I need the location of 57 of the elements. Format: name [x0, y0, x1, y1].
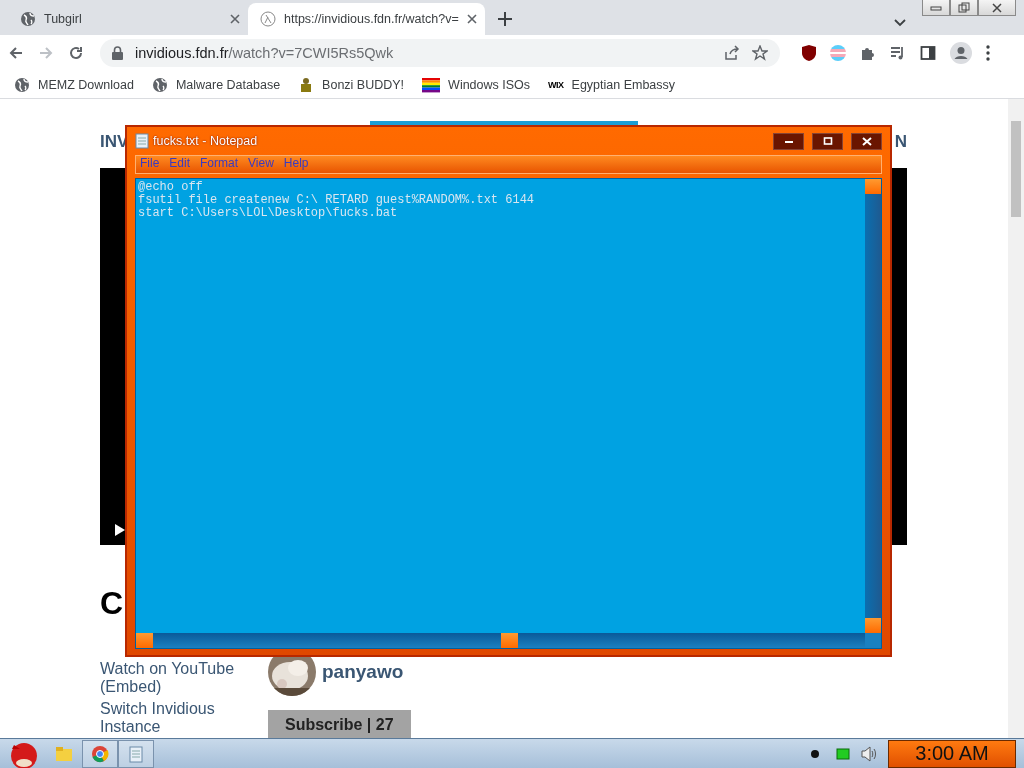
link[interactable]: Switch Invidious Instance [100, 700, 260, 736]
header-link[interactable]: N [894, 132, 907, 152]
notepad-taskbar-icon[interactable] [118, 739, 154, 768]
back-button[interactable] [8, 45, 24, 61]
scrollbar[interactable] [136, 633, 881, 648]
shield-icon[interactable] [802, 45, 816, 61]
lock-icon [112, 46, 123, 60]
close-button[interactable] [978, 0, 1016, 16]
video-title: C [100, 585, 125, 622]
profile-icon[interactable] [950, 42, 972, 64]
link[interactable]: Watch on YouTube [100, 660, 260, 678]
minimize-icon [930, 4, 942, 11]
restore-button[interactable] [950, 0, 978, 16]
dot-icon[interactable] [810, 748, 820, 759]
notepad-icon [135, 133, 149, 149]
scrollbar[interactable] [865, 179, 881, 633]
link[interactable]: (Embed) [100, 678, 260, 696]
globe-icon [20, 11, 36, 27]
bookmark[interactable]: Windows ISOs [448, 77, 531, 92]
close-icon [991, 2, 1003, 13]
lambda-icon [260, 11, 276, 27]
bookmark[interactable]: MEMZ Download [38, 77, 134, 92]
globe-icon [151, 76, 168, 93]
close-icon[interactable] [230, 14, 240, 24]
subscribe-button[interactable]: Subscribe | 27 [268, 710, 411, 738]
reload-button[interactable] [68, 45, 84, 61]
browser-tab[interactable]: Tubgirl [8, 3, 248, 35]
minimize-icon [783, 138, 794, 144]
side-panel-icon[interactable] [920, 45, 936, 61]
speaker-icon[interactable] [860, 745, 878, 762]
restore-icon [958, 2, 970, 13]
close-icon [861, 136, 872, 146]
browser-tab[interactable]: https://invidious.fdn.fr/watch?v= [248, 3, 485, 35]
text-line: fsutil file createnew C:\ RETARD guest%RANDOM%.txt 6144 [138, 194, 536, 207]
bookmark[interactable]: Malware Database [175, 77, 281, 92]
menu-icon[interactable] [986, 45, 990, 61]
bookmark[interactable]: Egyptian Embassy [571, 77, 676, 92]
puzzle-icon[interactable] [860, 45, 876, 61]
browser-taskbar-icon[interactable] [82, 739, 118, 768]
scrollbar[interactable] [1008, 99, 1024, 738]
close-icon[interactable] [466, 14, 477, 24]
maximize-icon [822, 137, 833, 145]
media-list-icon[interactable] [890, 45, 906, 61]
maximize-button[interactable] [812, 132, 843, 150]
text-line: start C:\Users\LOL\Desktop\fucks.bat [138, 207, 399, 220]
rainbow-flag-icon [422, 76, 441, 93]
globe-icon [14, 76, 30, 93]
bookmark[interactable]: Bonzi BUDDY! [322, 77, 405, 92]
channel-name[interactable]: panyawo [322, 661, 404, 683]
text-line: @echo off [138, 181, 204, 194]
star-icon[interactable] [752, 45, 768, 61]
wix-logo: WIX [548, 79, 564, 90]
share-icon[interactable] [724, 45, 740, 61]
clock[interactable]: 3:00 AM [888, 739, 1016, 768]
chevron-icon[interactable] [894, 19, 906, 27]
address-bar[interactable]: invidious.fdn.fr/watch?v=7CWI5Rs5Qwk [100, 39, 780, 67]
window-title: fucks.txt - Notepad [153, 134, 258, 148]
